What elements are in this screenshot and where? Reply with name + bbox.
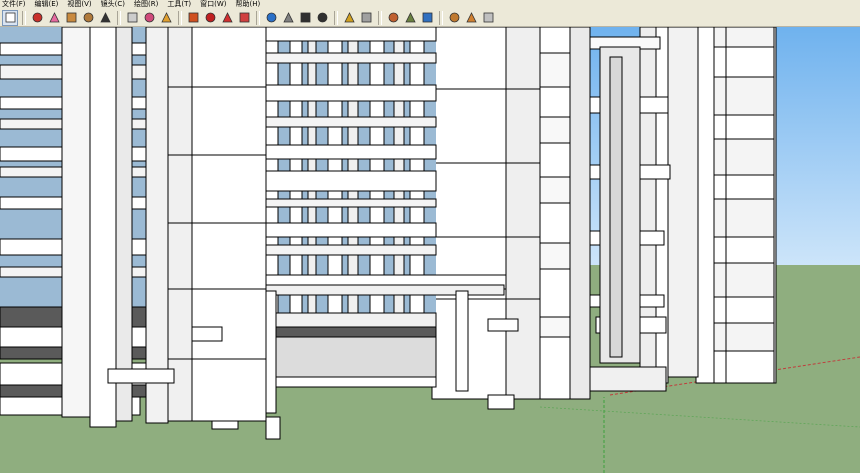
orbit-tool-icon [266, 12, 276, 23]
model-viewport[interactable] [0, 27, 860, 473]
rotate-tool-button[interactable] [219, 10, 235, 26]
left-lattice [0, 27, 175, 428]
zoom-tool-button[interactable] [297, 10, 313, 26]
toolbar-separator [117, 10, 121, 25]
menu-bar: 文件(F) 编辑(E) 视图(V) 镜头(C) 绘图(R) 工具(T) 窗口(W) 帮助(H) [0, 0, 860, 9]
move-tool-icon [205, 12, 215, 23]
select-tool-button[interactable] [2, 9, 18, 26]
styles-button[interactable] [480, 10, 496, 26]
position-camera-tool-button[interactable] [419, 10, 435, 26]
eraser-tool-icon [48, 12, 60, 23]
look-around-tool-button[interactable] [402, 10, 418, 26]
toolbar-separator [256, 10, 260, 25]
center-tower [431, 27, 541, 400]
position-camera-tool-icon [422, 12, 432, 23]
move-tool-button[interactable] [202, 10, 218, 26]
pencil-tool-button[interactable] [29, 10, 45, 26]
menu-item-3[interactable]: 镜头(C) [101, 0, 125, 9]
dimension-tool-button[interactable] [341, 10, 357, 26]
walk-tool-icon [388, 12, 398, 23]
push-pull-tool-icon [188, 12, 198, 23]
main-toolbar [0, 9, 860, 27]
model-canvas[interactable] [0, 27, 860, 473]
arc-tool-button[interactable] [97, 10, 113, 26]
look-around-tool-icon [404, 12, 416, 23]
dimension-tool-icon [343, 12, 355, 23]
rectangle-tool-icon [66, 12, 76, 23]
paint-bucket-tool-icon [144, 12, 154, 23]
menu-item-6[interactable]: 窗口(W) [200, 0, 226, 9]
tape-measure-tool-icon [160, 12, 172, 23]
section-plane-tool-button[interactable] [358, 10, 374, 26]
tape-measure-tool-button[interactable] [158, 10, 174, 26]
menu-item-1[interactable]: 编辑(E) [35, 0, 59, 9]
menu-item-5[interactable]: 工具(T) [167, 0, 191, 9]
eraser-tool-button[interactable] [46, 10, 62, 26]
menu-item-2[interactable]: 视图(V) [67, 0, 91, 9]
materials-icon [465, 12, 477, 23]
rectangle-tool-button[interactable] [63, 10, 79, 26]
arc-tool-icon [99, 12, 111, 23]
components-button[interactable] [446, 10, 462, 26]
rotate-tool-icon [221, 12, 233, 23]
menu-item-4[interactable]: 绘图(R) [134, 0, 158, 9]
toolbar-separator [439, 10, 443, 25]
toolbar-separator [378, 10, 382, 25]
orbit-tool-button[interactable] [263, 10, 279, 26]
polygon-tool-icon [127, 12, 137, 23]
toolbar-separator [178, 10, 182, 25]
components-icon [449, 12, 459, 23]
center-right-tower [539, 27, 591, 400]
zoom-tool-icon [300, 12, 310, 23]
menu-item-7[interactable]: 帮助(H) [235, 0, 260, 9]
middle-lattice [263, 27, 437, 388]
zoom-extents-tool-button[interactable] [314, 10, 330, 26]
toolbar-separator [334, 10, 338, 25]
select-tool-icon [5, 12, 15, 23]
circle-tool-icon [83, 12, 93, 23]
offset-tool-icon [239, 12, 249, 23]
polygon-tool-button[interactable] [124, 10, 140, 26]
materials-button[interactable] [463, 10, 479, 26]
pan-tool-icon [282, 12, 294, 23]
pan-tool-button[interactable] [280, 10, 296, 26]
menu-item-0[interactable]: 文件(F) [2, 0, 26, 9]
zoom-extents-tool-icon [317, 12, 327, 23]
pencil-tool-icon [32, 12, 42, 23]
paint-bucket-tool-button[interactable] [141, 10, 157, 26]
offset-tool-button[interactable] [236, 10, 252, 26]
walk-tool-button[interactable] [385, 10, 401, 26]
circle-tool-button[interactable] [80, 10, 96, 26]
left-tower [167, 27, 267, 422]
section-plane-tool-icon [361, 12, 371, 23]
push-pull-tool-button[interactable] [185, 10, 201, 26]
toolbar-separator [22, 10, 26, 25]
styles-icon [483, 12, 493, 23]
